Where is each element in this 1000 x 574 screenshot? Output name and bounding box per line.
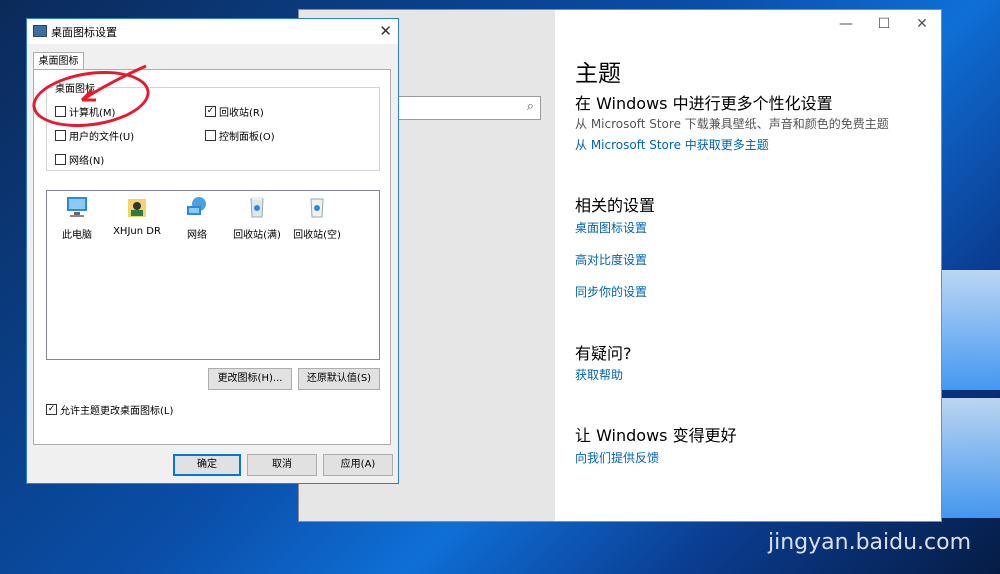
checkmark-icon: ✓ (46, 404, 57, 415)
maximize-button[interactable]: ☐ (865, 10, 903, 38)
desktop-icon-settings-link[interactable]: 桌面图标设置 (575, 219, 647, 236)
icon-list: 此电脑 XHJun DR 网络 回收站(满) 回收站(空) (46, 190, 380, 360)
close-button[interactable]: ✕ (903, 10, 941, 38)
checkbox-recycle-bin[interactable]: ✓ 回收站(R) (205, 104, 264, 119)
improve-title: 让 Windows 变得更好 (575, 426, 737, 445)
feedback-link[interactable]: 向我们提供反馈 (575, 449, 659, 466)
list-item[interactable]: 此电脑 (49, 195, 105, 241)
sync-settings-link[interactable]: 同步你的设置 (575, 283, 647, 300)
checkbox-box (55, 130, 66, 141)
icon-label: 回收站(空) (293, 230, 341, 241)
list-item[interactable]: XHJun DR (109, 195, 165, 237)
checkbox-network[interactable]: 网络(N) (55, 152, 104, 167)
checkbox-allow-themes[interactable]: ✓ 允许主题更改桌面图标(L) (46, 402, 173, 417)
checkbox-box (205, 130, 216, 141)
list-item[interactable]: 回收站(空) (289, 195, 345, 241)
checkbox-control-panel[interactable]: 控制面板(O) (205, 128, 275, 143)
checkbox-label: 回收站(R) (219, 108, 264, 119)
question-title: 有疑问? (575, 344, 632, 363)
computer-icon (67, 197, 87, 217)
recycle-bin-empty-icon (310, 198, 324, 218)
cancel-button[interactable]: 取消 (247, 454, 317, 476)
network-icon (187, 197, 206, 215)
checkbox-label: 允许主题更改桌面图标(L) (60, 406, 174, 417)
annotation-arrow (80, 64, 147, 102)
monitor-icon (33, 25, 47, 37)
checkbox-label: 用户的文件(U) (69, 132, 135, 143)
list-item[interactable]: 回收站(满) (229, 195, 285, 241)
store-link[interactable]: 从 Microsoft Store 中获取更多主题 (575, 136, 769, 153)
ok-button[interactable]: 确定 (173, 454, 241, 476)
related-settings-title: 相关的设置 (575, 196, 656, 215)
search-icon: ⌕ (526, 99, 534, 114)
change-icon-button[interactable]: 更改图标(H)... (208, 368, 292, 390)
minimize-button[interactable]: — (827, 10, 865, 38)
settings-search-input[interactable]: ⌕ (395, 96, 541, 120)
windows-logo (940, 270, 1000, 530)
page-title: 主题 (575, 61, 621, 87)
dialog-titlebar: 桌面图标设置 ✕ (27, 19, 398, 44)
restore-default-button[interactable]: 还原默认值(S) (298, 368, 380, 390)
dialog-close-button[interactable]: ✕ (379, 22, 392, 40)
window-controls: — ☐ ✕ (827, 10, 941, 38)
checkbox-label: 控制面板(O) (219, 132, 275, 143)
user-folder-icon (128, 199, 146, 217)
checkmark-icon: ✓ (205, 106, 216, 117)
high-contrast-link[interactable]: 高对比度设置 (575, 251, 647, 268)
personalize-subheading: 在 Windows 中进行更多个性化设置 (575, 94, 833, 113)
checkbox-label: 网络(N) (69, 156, 105, 167)
get-help-link[interactable]: 获取帮助 (575, 366, 623, 383)
icon-label: 网络 (187, 230, 207, 241)
icon-label: 此电脑 (62, 230, 92, 241)
watermark-url: jingyan.baidu.com (768, 530, 972, 555)
store-description: 从 Microsoft Store 下载兼具壁纸、声音和颜色的免费主题 (575, 117, 889, 131)
list-item[interactable]: 网络 (169, 195, 225, 241)
icon-label: 回收站(满) (233, 230, 281, 241)
checkbox-box (55, 154, 66, 165)
apply-button[interactable]: 应用(A) (323, 454, 393, 476)
watermark-brand: Bai 经验 (770, 478, 911, 518)
checkbox-user-files[interactable]: 用户的文件(U) (55, 128, 134, 143)
recycle-bin-full-icon (250, 197, 264, 218)
dialog-title: 桌面图标设置 (51, 26, 117, 39)
icon-label: XHJun DR (113, 226, 161, 237)
